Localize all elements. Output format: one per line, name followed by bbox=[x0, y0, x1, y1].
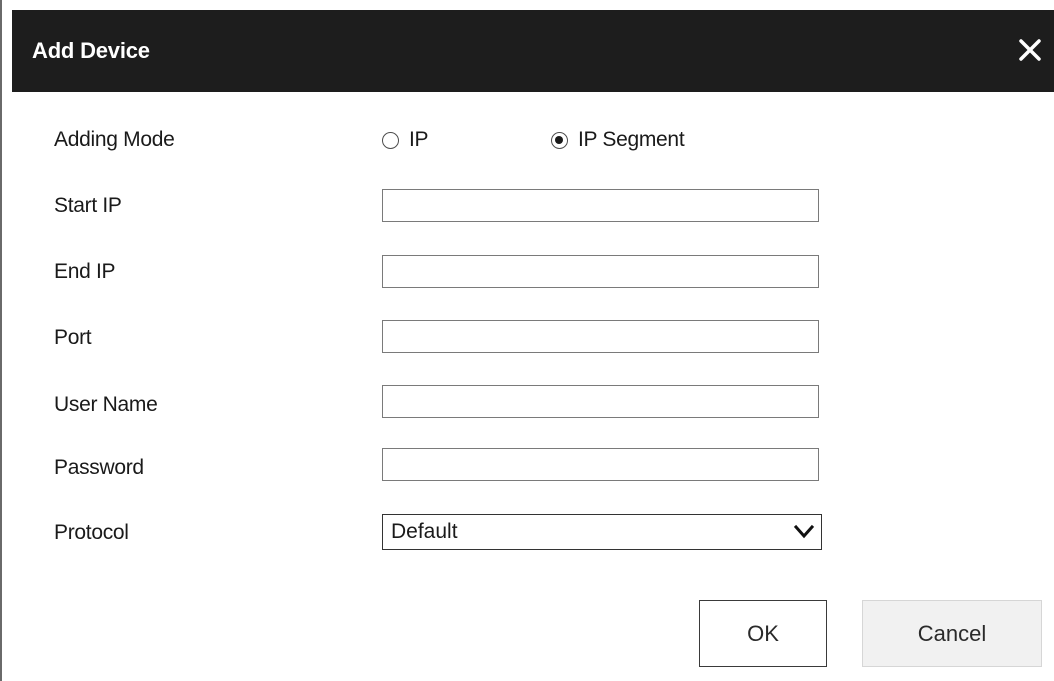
add-device-dialog: Add Device Adding Mode IP IP Segment Sta… bbox=[0, 0, 1054, 681]
end-ip-label: End IP bbox=[54, 260, 116, 283]
start-ip-label: Start IP bbox=[54, 194, 122, 217]
radio-ip-segment-label[interactable]: IP Segment bbox=[578, 128, 685, 152]
port-label: Port bbox=[54, 326, 92, 349]
radio-ip-circle[interactable] bbox=[382, 131, 399, 149]
start-ip-input[interactable] bbox=[382, 189, 819, 222]
radio-ip-segment[interactable]: IP Segment bbox=[551, 125, 685, 155]
password-label: Password bbox=[54, 456, 144, 479]
radio-ip-segment-circle[interactable] bbox=[551, 131, 568, 149]
chevron-down-icon bbox=[793, 523, 815, 541]
close-icon[interactable] bbox=[1012, 32, 1048, 68]
dialog-title: Add Device bbox=[32, 38, 150, 63]
cancel-button[interactable]: Cancel bbox=[862, 600, 1042, 667]
user-name-label: User Name bbox=[54, 393, 158, 416]
radio-ip[interactable]: IP bbox=[382, 125, 429, 155]
radio-ip-label[interactable]: IP bbox=[409, 128, 429, 152]
password-input[interactable] bbox=[382, 448, 819, 481]
protocol-label: Protocol bbox=[54, 521, 129, 544]
dialog-titlebar: Add Device bbox=[12, 10, 1054, 92]
end-ip-input[interactable] bbox=[382, 255, 819, 288]
user-name-input[interactable] bbox=[382, 385, 819, 418]
ok-button[interactable]: OK bbox=[699, 600, 827, 667]
adding-mode-label: Adding Mode bbox=[54, 128, 175, 151]
protocol-select[interactable]: Default bbox=[382, 514, 822, 550]
port-input[interactable] bbox=[382, 320, 819, 353]
protocol-select-value: Default bbox=[391, 520, 458, 543]
